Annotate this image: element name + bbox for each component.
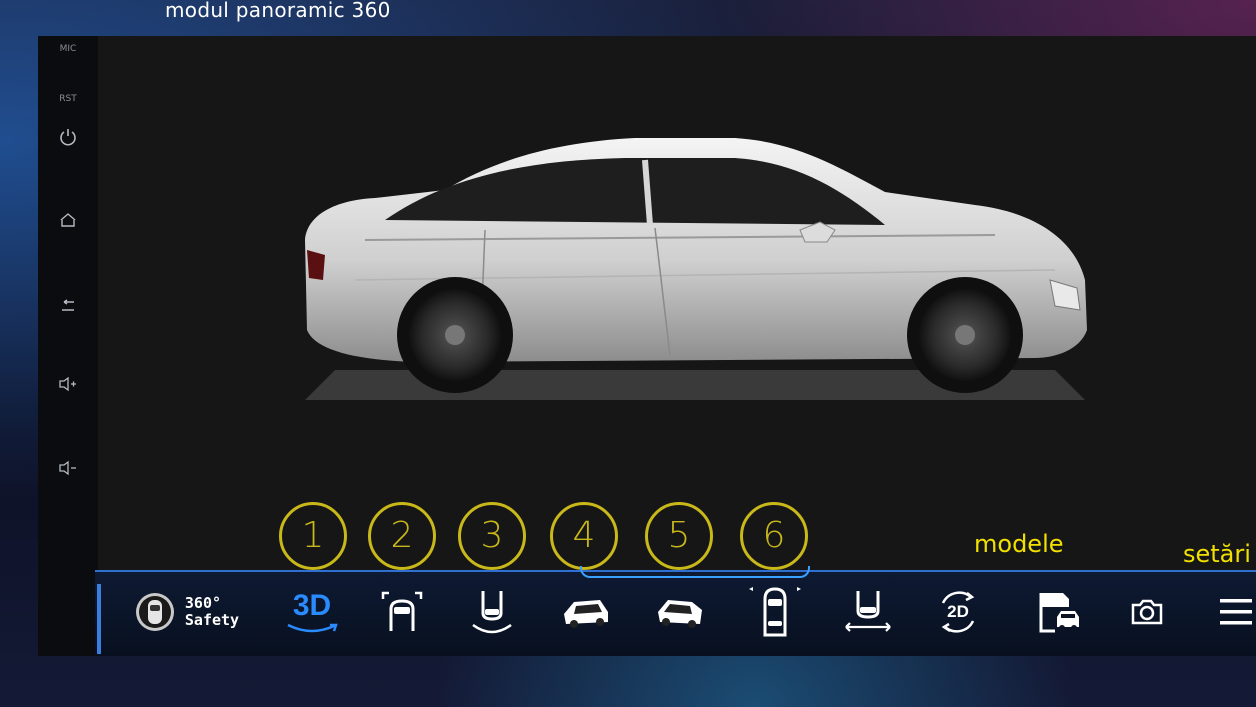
top-view-icon[interactable]	[745, 584, 805, 640]
callout-models: modele	[974, 530, 1064, 558]
side-rail: MIC RST	[38, 36, 98, 656]
toolbar-edge-marker	[97, 584, 101, 654]
back-icon[interactable]	[38, 298, 98, 317]
brand-safety-label: Safety	[184, 611, 240, 629]
home-icon[interactable]	[38, 212, 98, 232]
toolbar-active-indicator	[580, 566, 810, 578]
mode-3d-label: 3D	[292, 589, 332, 622]
toggle-2d-icon[interactable]: 2D	[928, 584, 988, 640]
callout-settings: setări	[1183, 540, 1251, 568]
mode-2d-label: 2D	[947, 602, 969, 621]
left-side-car-icon[interactable]	[556, 584, 616, 640]
reset-label[interactable]: RST	[38, 94, 98, 104]
mic-label[interactable]: MIC	[38, 44, 98, 54]
car-3d-model[interactable]	[295, 130, 1095, 410]
brand-360-safety: 360° Safety	[116, 584, 256, 640]
view-3d-icon[interactable]: 3D	[280, 584, 344, 640]
car-models-icon[interactable]	[1030, 584, 1090, 640]
camera-icon[interactable]	[1122, 584, 1172, 640]
callout-number-4: 4	[550, 502, 618, 570]
wide-rear-view-icon[interactable]	[838, 584, 898, 640]
menu-icon[interactable]	[1208, 584, 1256, 640]
volume-up-icon[interactable]	[38, 376, 98, 396]
front-view-icon[interactable]	[376, 584, 428, 640]
car-360-logo-icon	[135, 593, 174, 631]
page-title: modul panoramic 360	[165, 0, 391, 22]
callout-number-2: 2	[368, 502, 436, 570]
rear-view-icon[interactable]	[466, 584, 518, 640]
right-side-car-icon[interactable]	[650, 584, 710, 640]
brand-360-label: 360°	[184, 594, 222, 612]
callout-number-1: 1	[279, 502, 347, 570]
callout-number-6: 6	[740, 502, 808, 570]
volume-down-icon[interactable]	[38, 460, 98, 480]
callout-number-3: 3	[458, 502, 526, 570]
power-icon[interactable]	[38, 128, 98, 150]
callout-number-5: 5	[645, 502, 713, 570]
